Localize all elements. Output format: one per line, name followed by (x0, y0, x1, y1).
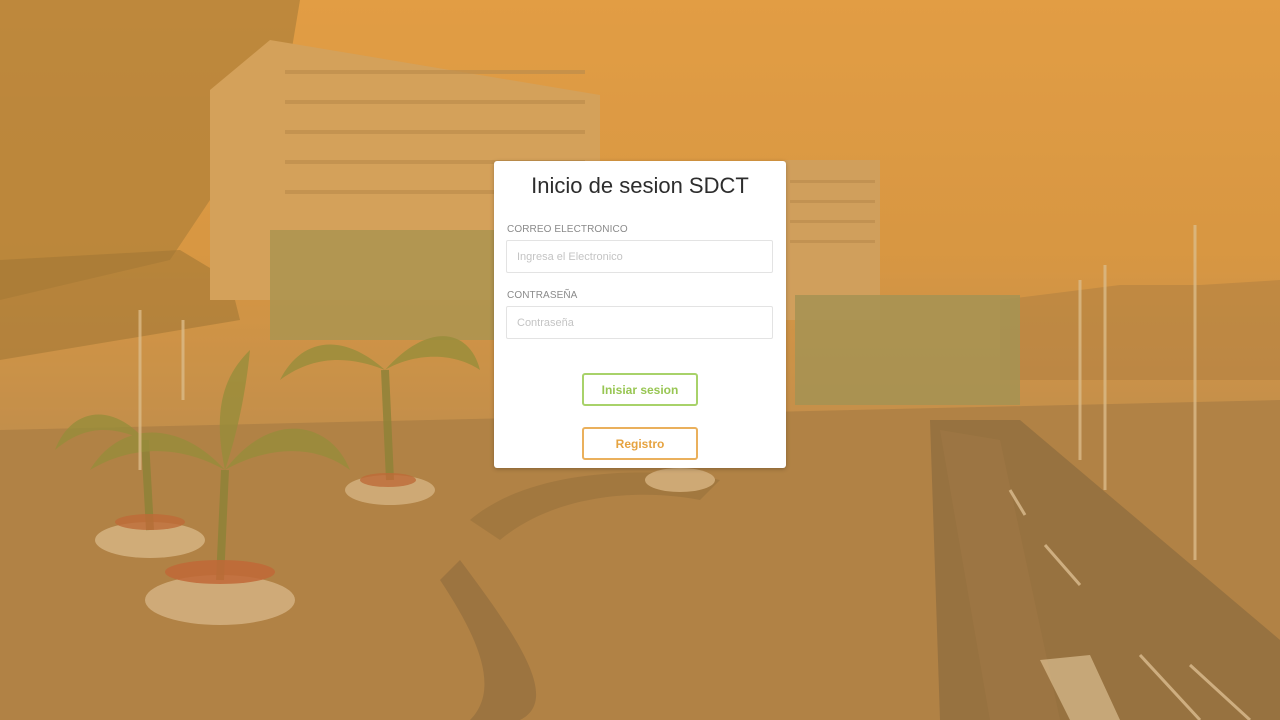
password-field[interactable] (506, 306, 773, 339)
register-button[interactable]: Registro (582, 427, 698, 460)
page-title: Inicio de sesion SDCT (531, 173, 749, 198)
login-button[interactable]: Inisiar sesion (582, 373, 698, 406)
email-field[interactable] (506, 240, 773, 273)
password-label: CONTRASEÑA (507, 290, 578, 301)
email-label: CORREO ELECTRONICO (507, 224, 628, 235)
login-card: Inicio de sesion SDCT CORREO ELECTRONICO… (494, 161, 786, 468)
